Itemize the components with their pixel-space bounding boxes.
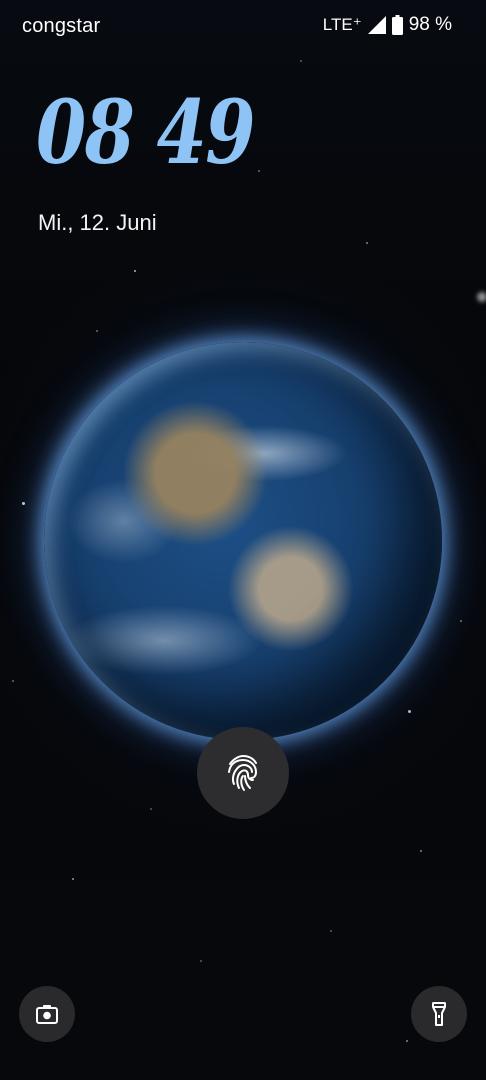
battery-percentage: 98 % <box>408 14 452 35</box>
fingerprint-sensor-button[interactable] <box>197 727 289 819</box>
lock-screen: congstar LTE⁺ 98 % 08 49 Mi., 12. Juni <box>0 0 486 1080</box>
status-icons: LTE⁺ 98 % <box>323 14 452 36</box>
lock-clock: 08 49 <box>36 80 255 184</box>
carrier-name: congstar <box>22 15 101 37</box>
flashlight-shortcut-button[interactable] <box>411 986 467 1042</box>
fingerprint-icon <box>228 754 258 791</box>
camera-shortcut-button[interactable] <box>19 986 75 1042</box>
network-type: LTE⁺ <box>322 15 362 34</box>
lock-date: Mi., 12. Juni <box>38 210 157 235</box>
flashlight-icon <box>432 1002 446 1026</box>
camera-icon <box>36 1005 58 1024</box>
signal-full-icon <box>367 16 386 34</box>
earth-wallpaper-image <box>44 342 442 740</box>
battery-high-icon <box>391 15 403 35</box>
status-bar: congstar LTE⁺ 98 % <box>0 0 486 54</box>
